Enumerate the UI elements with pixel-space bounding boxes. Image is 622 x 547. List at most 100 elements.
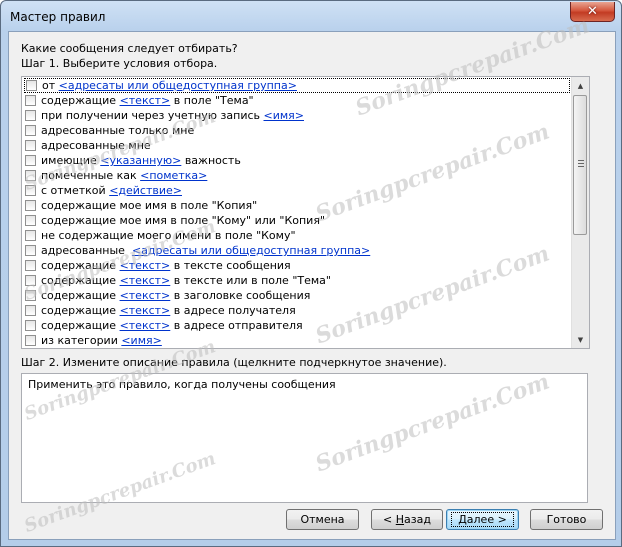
conditions-list-items: от <адресаты или общедоступная группа> со… — [22, 77, 572, 348]
condition-link[interactable]: <текст> — [120, 94, 171, 107]
step1-label: Шаг 1. Выберите условия отбора. — [21, 57, 218, 70]
condition-text-suffix: в заголовке сообщения — [170, 289, 311, 302]
condition-text-suffix: в тексте или в поле "Тема" — [170, 274, 331, 287]
cancel-button-label: Отмена — [300, 513, 345, 526]
condition-text-suffix: в поле "Тема" — [170, 94, 254, 107]
conditions-list[interactable]: от <адресаты или общедоступная группа> со… — [21, 76, 590, 349]
rule-description-text: Применить это правило, когда получены со… — [28, 378, 336, 391]
condition-text: содержащие — [41, 94, 120, 107]
condition-checkbox[interactable] — [25, 215, 36, 226]
condition-checkbox[interactable] — [25, 185, 36, 196]
condition-row[interactable]: содержащие <текст> в заголовке сообщения — [24, 288, 570, 303]
condition-link[interactable]: <пометка> — [140, 169, 207, 182]
condition-row[interactable]: из категории <имя> — [24, 333, 570, 348]
scroll-up-icon[interactable]: ▲ — [572, 77, 589, 94]
condition-link[interactable]: <текст> — [120, 259, 171, 272]
condition-text-suffix: важность — [181, 154, 241, 167]
condition-text: содержащие — [41, 304, 120, 317]
condition-checkbox[interactable] — [25, 200, 36, 211]
cancel-button[interactable]: Отмена — [286, 509, 359, 530]
condition-link[interactable]: <адресаты или общедоступная группа> — [132, 244, 370, 257]
condition-row[interactable]: от <адресаты или общедоступная группа> — [24, 78, 570, 93]
conditions-scrollbar[interactable]: ▲ ▼ — [571, 77, 589, 348]
condition-checkbox[interactable] — [25, 275, 36, 286]
condition-checkbox[interactable] — [25, 110, 36, 121]
condition-link[interactable]: <имя> — [121, 334, 162, 347]
grip-icon — [578, 160, 584, 167]
condition-checkbox[interactable] — [25, 95, 36, 106]
step2-label: Шаг 2. Измените описание правила (щелкни… — [21, 356, 447, 369]
condition-text: содержащие мое имя в поле "Копия" — [41, 199, 258, 212]
condition-row[interactable]: содержащие <текст> в тексте сообщения — [24, 258, 570, 273]
condition-text: содержащие — [41, 319, 120, 332]
condition-row[interactable]: имеющие <указанную> важность — [24, 153, 570, 168]
condition-text-suffix: в тексте сообщения — [170, 259, 291, 272]
condition-row[interactable]: с отметкой <действие> — [24, 183, 570, 198]
condition-row[interactable]: помеченные как <пометка> — [24, 168, 570, 183]
condition-checkbox[interactable] — [25, 170, 36, 181]
condition-checkbox[interactable] — [25, 335, 36, 346]
condition-text: из категории — [41, 334, 122, 347]
condition-row[interactable]: адресованные только мне — [24, 123, 570, 138]
condition-row[interactable]: содержащие <текст> в тексте или в поле "… — [24, 273, 570, 288]
condition-checkbox[interactable] — [25, 320, 36, 331]
condition-checkbox[interactable] — [25, 245, 36, 256]
condition-text: при получении через учетную запись — [41, 109, 264, 122]
title-bar[interactable]: Мастер правил ✕ — [1, 1, 621, 31]
condition-link[interactable]: <адресаты или общедоступная группа> — [59, 79, 297, 92]
condition-checkbox[interactable] — [25, 290, 36, 301]
condition-checkbox[interactable] — [25, 140, 36, 151]
condition-text: помеченные как — [41, 169, 141, 182]
condition-checkbox[interactable] — [25, 125, 36, 136]
step1-question: Какие сообщения следует отбирать? — [21, 42, 238, 55]
condition-row[interactable]: при получении через учетную запись <имя> — [24, 108, 570, 123]
dialog-client-area: Какие сообщения следует отбирать? Шаг 1.… — [8, 13, 616, 540]
rule-description-box[interactable]: Применить это правило, когда получены со… — [21, 373, 588, 503]
condition-text: содержащие — [41, 289, 120, 302]
condition-row[interactable]: не содержащие моего имени в поле "Кому" — [24, 228, 570, 243]
condition-row[interactable]: адресованные <адресаты или общедоступная… — [24, 243, 570, 258]
condition-row[interactable]: содержащие <текст> в адресе получателя — [24, 303, 570, 318]
condition-text: не содержащие моего имени в поле "Кому" — [41, 229, 296, 242]
condition-text: имеющие — [41, 154, 101, 167]
finish-button-label: Готово — [546, 513, 587, 526]
condition-text: адресованные — [41, 244, 132, 257]
condition-text: адресованные мне — [41, 139, 151, 152]
condition-checkbox[interactable] — [26, 80, 37, 91]
condition-text: содержащие мое имя в поле "Кому" или "Ко… — [41, 214, 326, 227]
condition-text: от — [42, 79, 59, 92]
scroll-down-icon[interactable]: ▼ — [572, 331, 589, 348]
close-button[interactable]: ✕ — [570, 2, 615, 22]
window-title: Мастер правил — [10, 10, 106, 24]
next-button[interactable]: Далее > — [446, 509, 519, 530]
condition-row[interactable]: содержащие мое имя в поле "Кому" или "Ко… — [24, 213, 570, 228]
condition-link[interactable]: <текст> — [120, 304, 171, 317]
condition-link[interactable]: <имя> — [264, 109, 305, 122]
finish-button[interactable]: Готово — [530, 509, 603, 530]
condition-row[interactable]: содержащие <текст> в адресе отправителя — [24, 318, 570, 333]
condition-checkbox[interactable] — [25, 305, 36, 316]
condition-text: содержащие — [41, 274, 120, 287]
condition-checkbox[interactable] — [25, 230, 36, 241]
condition-row[interactable]: содержащие мое имя в поле "Копия" — [24, 198, 570, 213]
condition-text: адресованные только мне — [41, 124, 195, 137]
condition-row[interactable]: содержащие <текст> в поле "Тема" — [24, 93, 570, 108]
scroll-thumb[interactable] — [573, 95, 587, 235]
condition-row[interactable]: адресованные мне — [24, 138, 570, 153]
condition-link[interactable]: <указанную> — [100, 154, 181, 167]
next-button-label: Далее > — [451, 512, 514, 527]
close-icon: ✕ — [587, 4, 598, 19]
back-button[interactable]: < Назад — [371, 509, 443, 530]
condition-text-suffix: в адресе отправителя — [170, 319, 303, 332]
rules-wizard-window: Мастер правил ✕ Какие сообщения следует … — [0, 0, 622, 547]
condition-link[interactable]: <текст> — [120, 274, 171, 287]
back-button-label: < Назад — [383, 513, 431, 526]
condition-link[interactable]: <действие> — [109, 184, 182, 197]
condition-link[interactable]: <текст> — [120, 289, 171, 302]
condition-checkbox[interactable] — [25, 260, 36, 271]
condition-text-suffix: в адресе получателя — [170, 304, 296, 317]
condition-link[interactable]: <текст> — [120, 319, 171, 332]
condition-text: с отметкой — [41, 184, 110, 197]
condition-checkbox[interactable] — [25, 155, 36, 166]
condition-text: содержащие — [41, 259, 120, 272]
